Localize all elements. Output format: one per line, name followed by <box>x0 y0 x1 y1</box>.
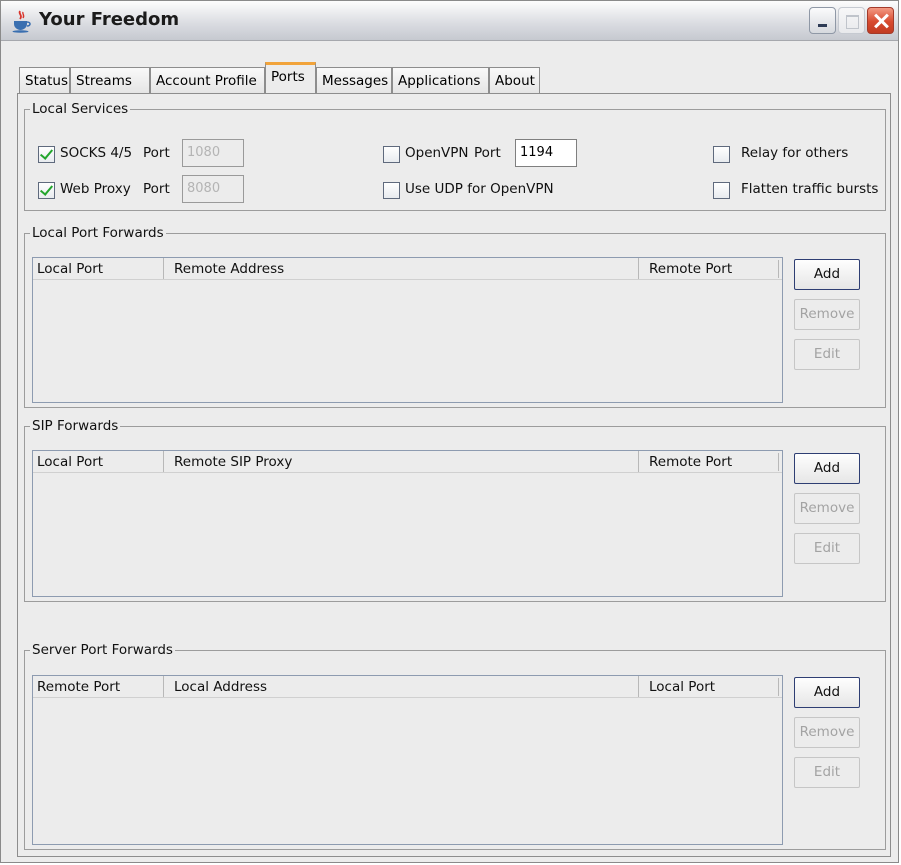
ports-tab-panel: Local Services SOCKS 4/5 Port 1080 Web P… <box>17 93 891 857</box>
column-header[interactable]: Remote Port <box>638 451 778 473</box>
header-divider <box>33 472 782 473</box>
local-services-title: Local Services <box>30 99 131 119</box>
sip-forwards-group: SIP Forwards Local Port Remote SIP Proxy… <box>24 416 886 602</box>
socks-checkbox[interactable] <box>38 146 55 163</box>
openvpn-label: OpenVPN <box>405 145 469 161</box>
udp-openvpn-checkbox[interactable] <box>383 182 400 199</box>
web-proxy-port-field[interactable]: 8080 <box>182 175 244 203</box>
remove-button[interactable]: Remove <box>794 717 860 748</box>
maximize-icon[interactable] <box>838 7 865 34</box>
column-divider <box>778 678 779 696</box>
sip-forwards-table[interactable]: Local Port Remote SIP Proxy Remote Port <box>32 450 783 597</box>
add-button[interactable]: Add <box>794 259 860 290</box>
column-header[interactable]: Local Port <box>638 676 778 698</box>
tab-ports[interactable]: Ports <box>265 62 316 95</box>
column-header[interactable]: Local Port <box>33 451 163 473</box>
column-divider <box>778 260 779 278</box>
tab-account-profile[interactable]: Account Profile <box>150 67 265 94</box>
java-cup-icon <box>12 10 31 33</box>
tab-applications[interactable]: Applications <box>392 67 489 94</box>
minimize-icon[interactable] <box>809 7 836 34</box>
tab-about[interactable]: About <box>489 67 540 94</box>
remove-button[interactable]: Remove <box>794 299 860 330</box>
header-divider <box>33 279 782 280</box>
flatten-checkbox[interactable] <box>713 182 730 199</box>
local-port-forwards-group: Local Port Forwards Local Port Remote Ad… <box>24 223 886 408</box>
column-header[interactable]: Local Port <box>33 258 163 280</box>
relay-label: Relay for others <box>741 145 849 161</box>
server-port-forwards-group: Server Port Forwards Remote Port Local A… <box>24 640 886 850</box>
edit-button[interactable]: Edit <box>794 339 860 370</box>
web-proxy-label: Web Proxy <box>60 181 131 197</box>
openvpn-checkbox[interactable] <box>383 146 400 163</box>
column-header[interactable]: Remote Address <box>163 258 638 280</box>
close-icon[interactable] <box>867 7 894 34</box>
relay-checkbox[interactable] <box>713 146 730 163</box>
local-services-group: Local Services SOCKS 4/5 Port 1080 Web P… <box>24 99 886 211</box>
column-header[interactable]: Local Address <box>163 676 638 698</box>
flatten-label: Flatten traffic bursts <box>741 181 879 197</box>
sip-forwards-title: SIP Forwards <box>30 416 121 436</box>
add-button[interactable]: Add <box>794 453 860 484</box>
remove-button[interactable]: Remove <box>794 493 860 524</box>
server-port-forwards-title: Server Port Forwards <box>30 640 175 660</box>
socks-port-label: Port <box>143 145 170 161</box>
socks-label: SOCKS 4/5 <box>60 145 133 161</box>
window-title: Your Freedom <box>39 9 180 30</box>
openvpn-port-label: Port <box>474 145 501 161</box>
local-port-forwards-table[interactable]: Local Port Remote Address Remote Port <box>32 257 783 403</box>
web-proxy-checkbox[interactable] <box>38 182 55 199</box>
local-port-forwards-title: Local Port Forwards <box>30 223 166 243</box>
tab-streams[interactable]: Streams <box>70 67 150 94</box>
table-header: Local Port Remote SIP Proxy Remote Port <box>33 451 782 473</box>
add-button[interactable]: Add <box>794 677 860 708</box>
app-window: Your Freedom Status Streams Account Prof… <box>0 0 899 863</box>
column-header[interactable]: Remote Port <box>638 258 778 280</box>
server-port-forwards-table[interactable]: Remote Port Local Address Local Port <box>32 675 783 845</box>
edit-button[interactable]: Edit <box>794 533 860 564</box>
tab-status[interactable]: Status <box>19 67 70 94</box>
title-bar[interactable]: Your Freedom <box>1 1 898 41</box>
table-header: Local Port Remote Address Remote Port <box>33 258 782 280</box>
tab-messages[interactable]: Messages <box>316 67 392 94</box>
table-header: Remote Port Local Address Local Port <box>33 676 782 698</box>
column-header[interactable]: Remote SIP Proxy <box>163 451 638 473</box>
web-proxy-port-label: Port <box>143 181 170 197</box>
header-divider <box>33 697 782 698</box>
openvpn-port-field[interactable]: 1194 <box>515 139 577 167</box>
udp-openvpn-label: Use UDP for OpenVPN <box>405 181 554 197</box>
column-divider <box>778 453 779 471</box>
column-header[interactable]: Remote Port <box>33 676 163 698</box>
socks-port-field[interactable]: 1080 <box>182 139 244 167</box>
edit-button[interactable]: Edit <box>794 757 860 788</box>
